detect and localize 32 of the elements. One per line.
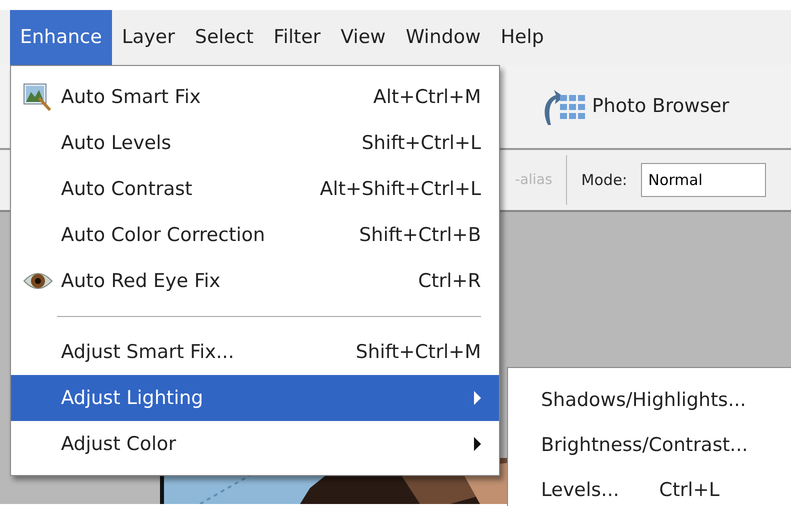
submenu-item[interactable]: Shadows/Highlights...: [508, 378, 791, 423]
menu-item[interactable]: Adjust Color: [11, 421, 499, 467]
eye-icon: [23, 270, 53, 292]
shortcut-text: Shift+Ctrl+L: [362, 130, 481, 156]
submenu-arrow-icon: [474, 437, 481, 451]
menu-bar-item[interactable]: View: [330, 10, 396, 65]
menu-bar-item[interactable]: Select: [184, 10, 264, 65]
submenu-item[interactable]: Levels... Ctrl+L: [508, 468, 791, 506]
menu-bar-item[interactable]: Window: [396, 10, 491, 65]
menu-item[interactable]: Adjust Lighting: [11, 375, 499, 421]
menu-bar-item[interactable]: Filter: [264, 10, 331, 65]
shortcut-text: Alt+Ctrl+M: [373, 84, 481, 110]
shortcut-text: Ctrl+R: [418, 268, 481, 294]
menu-item[interactable]: Auto Color Correction Shift+Ctrl+B: [11, 212, 499, 258]
mode-field[interactable]: Normal: [641, 163, 766, 197]
mode-label: Mode:: [581, 170, 628, 191]
menu-item[interactable]: Auto Smart Fix Alt+Ctrl+M: [11, 74, 499, 120]
shortcut-text: Shift+Ctrl+B: [359, 222, 481, 248]
menu-item[interactable]: Auto Red Eye Fix Ctrl+R: [11, 258, 499, 304]
menu-bar-item[interactable]: Enhance: [10, 10, 112, 65]
menu-item[interactable]: Auto Levels Shift+Ctrl+L: [11, 120, 499, 166]
menu-bar-item[interactable]: Help: [490, 10, 554, 65]
submenu-item[interactable]: Brightness/Contrast...: [508, 423, 791, 468]
shortcut-text: Alt+Shift+Ctrl+L: [320, 176, 481, 202]
menu-item[interactable]: Auto Contrast Alt+Shift+Ctrl+L: [11, 166, 499, 212]
menu-item[interactable]: Adjust Smart Fix... Shift+Ctrl+M: [11, 329, 499, 375]
photo-browser-button[interactable]: Photo Browser: [540, 86, 730, 126]
menu-bar-item[interactable]: Layer: [112, 10, 185, 65]
shortcut-text: Shift+Ctrl+M: [356, 340, 481, 365]
photo-wand-icon: [23, 82, 53, 112]
submenu-arrow-icon: [474, 391, 481, 405]
anti-alias-label: -alias: [515, 170, 552, 190]
